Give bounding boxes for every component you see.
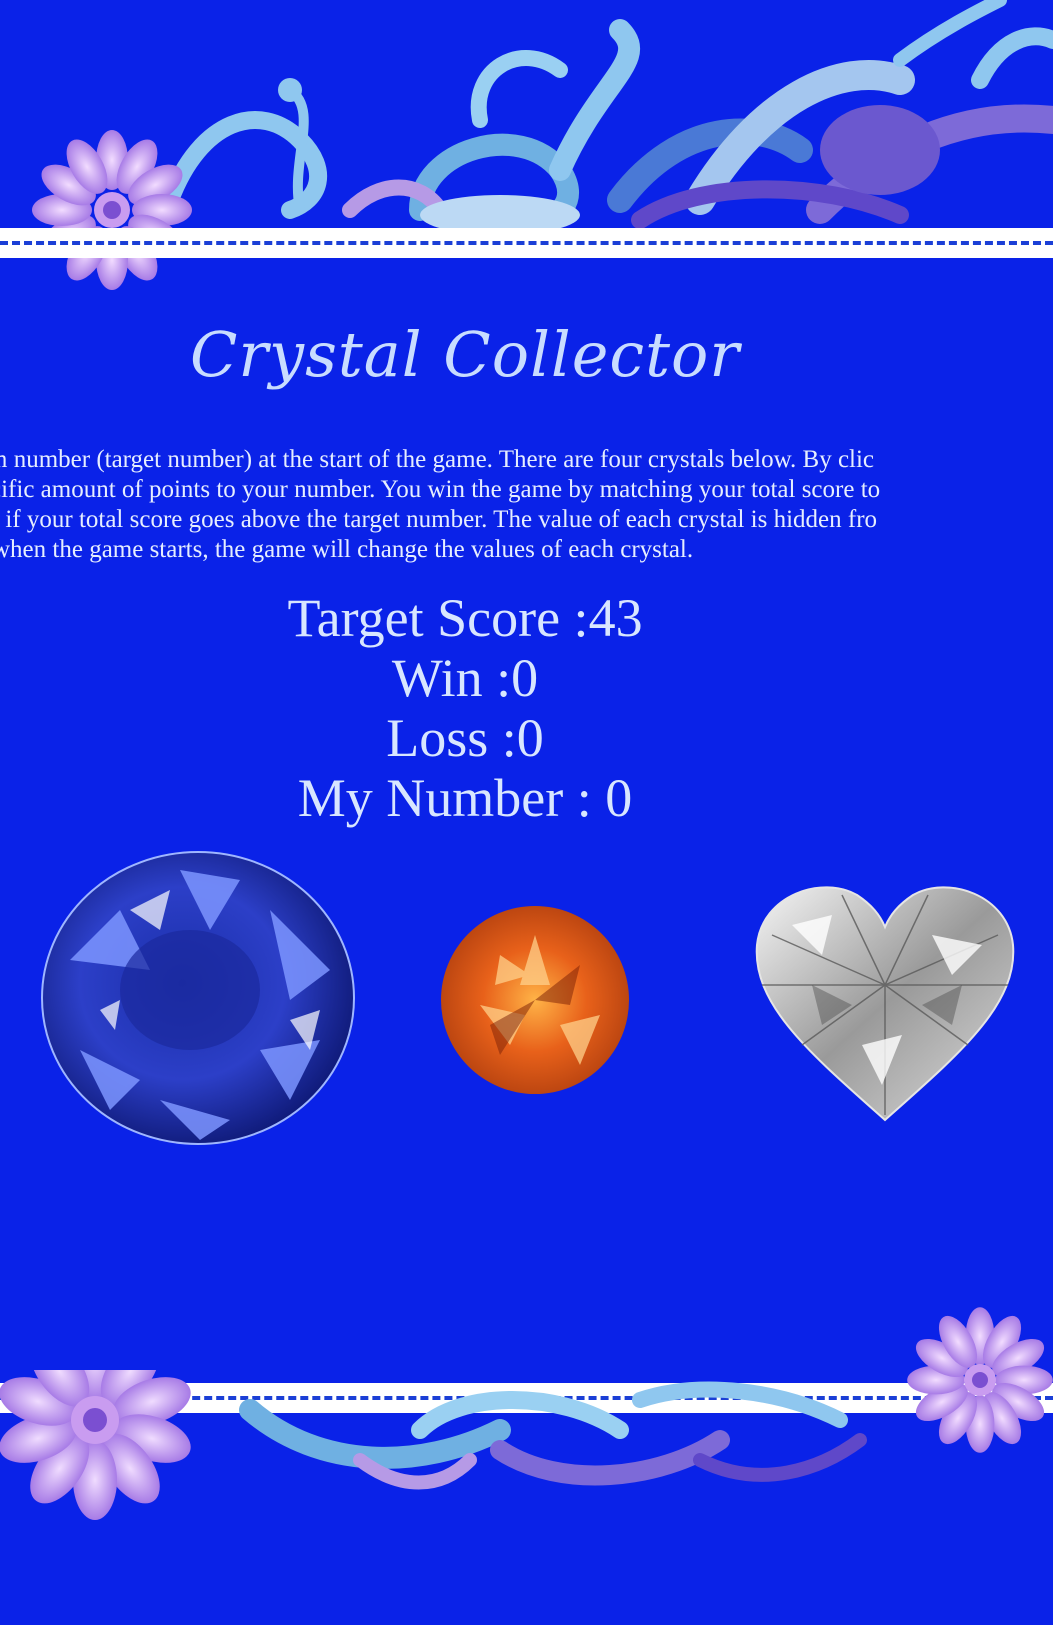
my-number-value: 0 xyxy=(605,768,633,828)
target-score: Target Score :43 xyxy=(0,588,930,648)
my-number: My Number : 0 xyxy=(0,768,930,828)
instructions-line: m number (target number) at the start of… xyxy=(0,446,875,473)
heart-diamond-crystal[interactable] xyxy=(752,875,1018,1125)
orange-crystal[interactable] xyxy=(440,905,630,1095)
game-instructions: m number (target number) at the start of… xyxy=(0,445,1053,565)
target-score-label: Target Score : xyxy=(287,588,589,648)
loss-count: Loss :0 xyxy=(0,708,930,768)
instructions-line: when the game starts, the game will chan… xyxy=(0,536,694,563)
my-number-label: My Number : xyxy=(297,768,606,828)
crystal-row xyxy=(0,850,1053,1150)
instructions-line: e if your total score goes above the tar… xyxy=(0,506,878,533)
flower-icon xyxy=(907,1307,1053,1453)
target-score-value: 43 xyxy=(588,588,643,648)
instructions-line: cific amount of points to your number. Y… xyxy=(0,476,881,503)
loss-value: 0 xyxy=(516,708,544,768)
top-stitched-ribbon xyxy=(0,228,1053,258)
score-panel: Target Score :43 Win :0 Loss :0 My Numbe… xyxy=(0,588,930,828)
win-count: Win :0 xyxy=(0,648,930,708)
win-value: 0 xyxy=(511,648,539,708)
win-label: Win : xyxy=(391,648,512,708)
bottom-floral-decoration xyxy=(0,1370,867,1520)
loss-label: Loss : xyxy=(386,708,517,768)
blue-sapphire-crystal[interactable] xyxy=(40,850,356,1146)
page-title: Crystal Collector xyxy=(189,318,741,391)
